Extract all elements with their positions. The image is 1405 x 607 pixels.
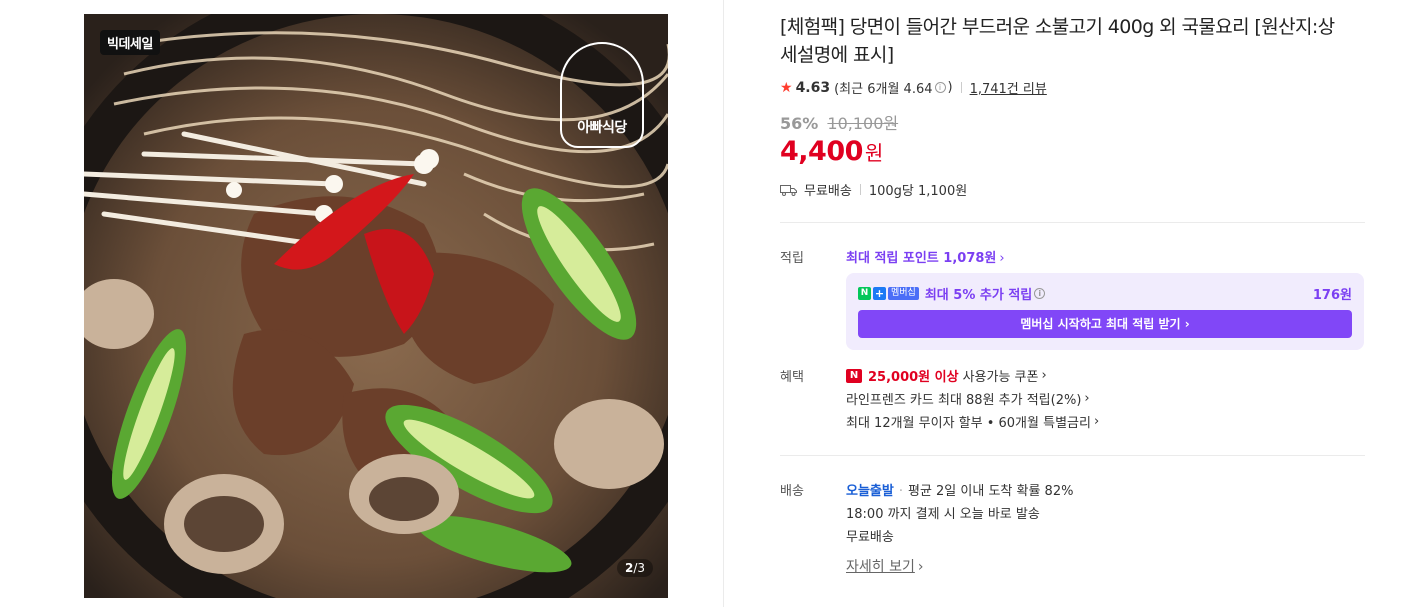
free-shipping-label: 무료배송	[804, 184, 852, 199]
coupon-text: 사용가능 쿠폰	[962, 370, 1039, 385]
chevron-right-icon: ›	[1093, 414, 1100, 429]
section-divider	[780, 222, 1365, 223]
delivery-detail-link[interactable]: 자세히 보기 ›	[846, 556, 923, 576]
installment-link[interactable]: 최대 12개월 무이자 할부 • 60개월 특별금리 ›	[846, 412, 1099, 431]
dot-separator: ·	[898, 484, 903, 499]
truck-icon	[780, 184, 797, 196]
arrival-text: 평균 2일 이내 도착 확률 82%	[907, 484, 1074, 499]
coupon-amount: 25,000원 이상	[868, 370, 959, 385]
card-benefit-link[interactable]: 라인프렌즈 카드 최대 88원 추가 적립(2%) ›	[846, 389, 1090, 408]
unit-price: 100g당 1,100원	[868, 184, 968, 199]
column-divider	[723, 0, 724, 607]
sale-badge: 빅데세일	[100, 30, 160, 55]
max-point-text: 최대 적립 포인트 1,078원	[846, 251, 997, 266]
recent-rating: (최근 6개월 4.64	[834, 82, 933, 97]
membership-start-button[interactable]: 멤버십 시작하고 최대 적립 받기 ›	[858, 310, 1352, 338]
chevron-right-icon: ›	[917, 559, 924, 575]
membership-amount: 176원	[1312, 288, 1352, 303]
image-page-total: /3	[633, 561, 646, 575]
free-shipping-text: 무료배송	[846, 530, 894, 545]
sale-price: 4,400	[780, 136, 863, 167]
membership-text: 최대 5% 추가 적립	[924, 288, 1033, 303]
benefits-label: 혜택	[780, 370, 804, 385]
membership-tag: 멤버십	[888, 287, 919, 300]
card-benefit-text: 라인프렌즈 카드 최대 88원 추가 적립(2%)	[846, 393, 1082, 408]
detail-link-label: 자세히 보기	[846, 559, 915, 575]
coupon-link[interactable]: N 25,000원 이상 사용가능 쿠폰 ›	[846, 366, 1047, 385]
price-unit: 원	[864, 141, 884, 165]
separator	[960, 82, 962, 93]
naver-n-icon: N	[846, 368, 862, 383]
plus-icon: +	[873, 287, 886, 300]
discount-percent: 56%	[780, 114, 819, 133]
delivery-label: 배송	[780, 484, 804, 499]
info-icon[interactable]: i	[934, 82, 946, 93]
rating-value: 4.63	[795, 79, 831, 96]
delivery-arrival-row: 오늘출발 · 평균 2일 이내 도착 확률 82%	[846, 480, 1073, 499]
recent-rating-close: )	[947, 80, 953, 95]
separator	[859, 184, 861, 195]
membership-row: N + 멤버십 최대 5% 추가 적립 i 176원	[858, 284, 1352, 303]
review-count-link[interactable]: 1,741건 리뷰	[970, 78, 1047, 97]
product-title: [체험팩] 당면이 들어간 부드러운 소불고기 400g 외 국물요리 [원산지…	[780, 16, 1335, 66]
points-label: 적립	[780, 251, 804, 266]
membership-button-label: 멤버십 시작하고 최대 적립 받기	[1020, 317, 1181, 331]
chevron-right-icon: ›	[1041, 368, 1047, 383]
installment-text: 최대 12개월 무이자 할부 • 60개월 특별금리	[846, 416, 1091, 431]
sale-price-row: 4,400 원	[780, 136, 883, 167]
chevron-right-icon: ›	[1084, 391, 1090, 406]
naver-n-icon: N	[858, 287, 871, 300]
membership-box: N + 멤버십 최대 5% 추가 적립 i 176원 멤버십 시작하고 최대 적립 …	[846, 273, 1364, 350]
star-icon: ★	[780, 79, 793, 96]
chevron-right-icon: ›	[1184, 317, 1190, 331]
original-price: 10,100원	[827, 114, 899, 133]
discount-row: 56% 10,100원	[780, 110, 898, 134]
info-icon[interactable]: i	[1034, 288, 1046, 299]
shipping-row: 무료배송 100g당 1,100원	[780, 180, 967, 199]
cutoff-text: 18:00 까지 결제 시 오늘 바로 발송	[846, 507, 1040, 522]
chevron-right-icon: ›	[999, 251, 1005, 266]
brand-logo-text: 아빠식당	[577, 120, 627, 136]
section-divider	[780, 455, 1365, 456]
image-page-counter: 2/3	[617, 559, 654, 577]
max-point-link[interactable]: 최대 적립 포인트 1,078원 ›	[846, 247, 1005, 266]
today-ship-badge: 오늘출발	[846, 484, 894, 499]
rating-row: ★ 4.63 (최근 6개월 4.64 i ) 1,741건 리뷰	[780, 78, 1047, 98]
